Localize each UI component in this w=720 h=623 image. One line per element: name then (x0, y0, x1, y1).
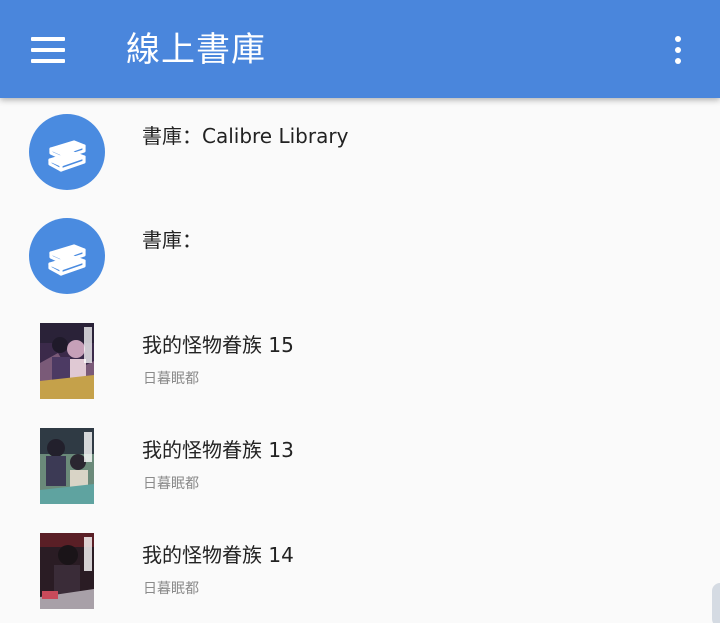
library-label: 書庫： (142, 228, 202, 252)
book-cover-image (40, 428, 94, 504)
more-options-button[interactable] (660, 30, 696, 70)
books-icon (29, 218, 105, 294)
menu-icon (31, 37, 65, 41)
book-cover-image (40, 323, 94, 399)
library-list: 書庫：Calibre Library 書庫： 我的怪物眷族 15 日暮眠都 我的… (0, 98, 720, 623)
list-item-library[interactable]: 書庫： (0, 202, 720, 306)
more-vert-icon (675, 36, 681, 42)
books-icon (29, 114, 105, 190)
book-title: 我的怪物眷族 15 (142, 333, 294, 357)
book-title: 我的怪物眷族 14 (142, 543, 294, 567)
book-author: 日暮眠都 (143, 476, 199, 492)
page-title: 線上書庫 (126, 30, 266, 70)
list-item-book[interactable]: 我的怪物眷族 13 日暮眠都 (0, 412, 720, 516)
library-label: 書庫：Calibre Library (142, 124, 349, 148)
book-title: 我的怪物眷族 13 (142, 438, 294, 462)
list-item-book[interactable]: 我的怪物眷族 15 日暮眠都 (0, 307, 720, 411)
menu-button[interactable] (26, 28, 70, 72)
list-item-book[interactable]: 我的怪物眷族 14 日暮眠都 (0, 517, 720, 621)
book-cover-image (40, 533, 94, 609)
book-author: 日暮眠都 (143, 371, 199, 387)
book-author: 日暮眠都 (143, 581, 199, 597)
scroll-edge-indicator (712, 583, 720, 623)
app-screen: 線上書庫 書庫：Calibre Library 書庫： 我的怪物眷族 15 日暮… (0, 0, 720, 623)
list-item-library[interactable]: 書庫：Calibre Library (0, 98, 720, 202)
app-bar: 線上書庫 (0, 0, 720, 98)
